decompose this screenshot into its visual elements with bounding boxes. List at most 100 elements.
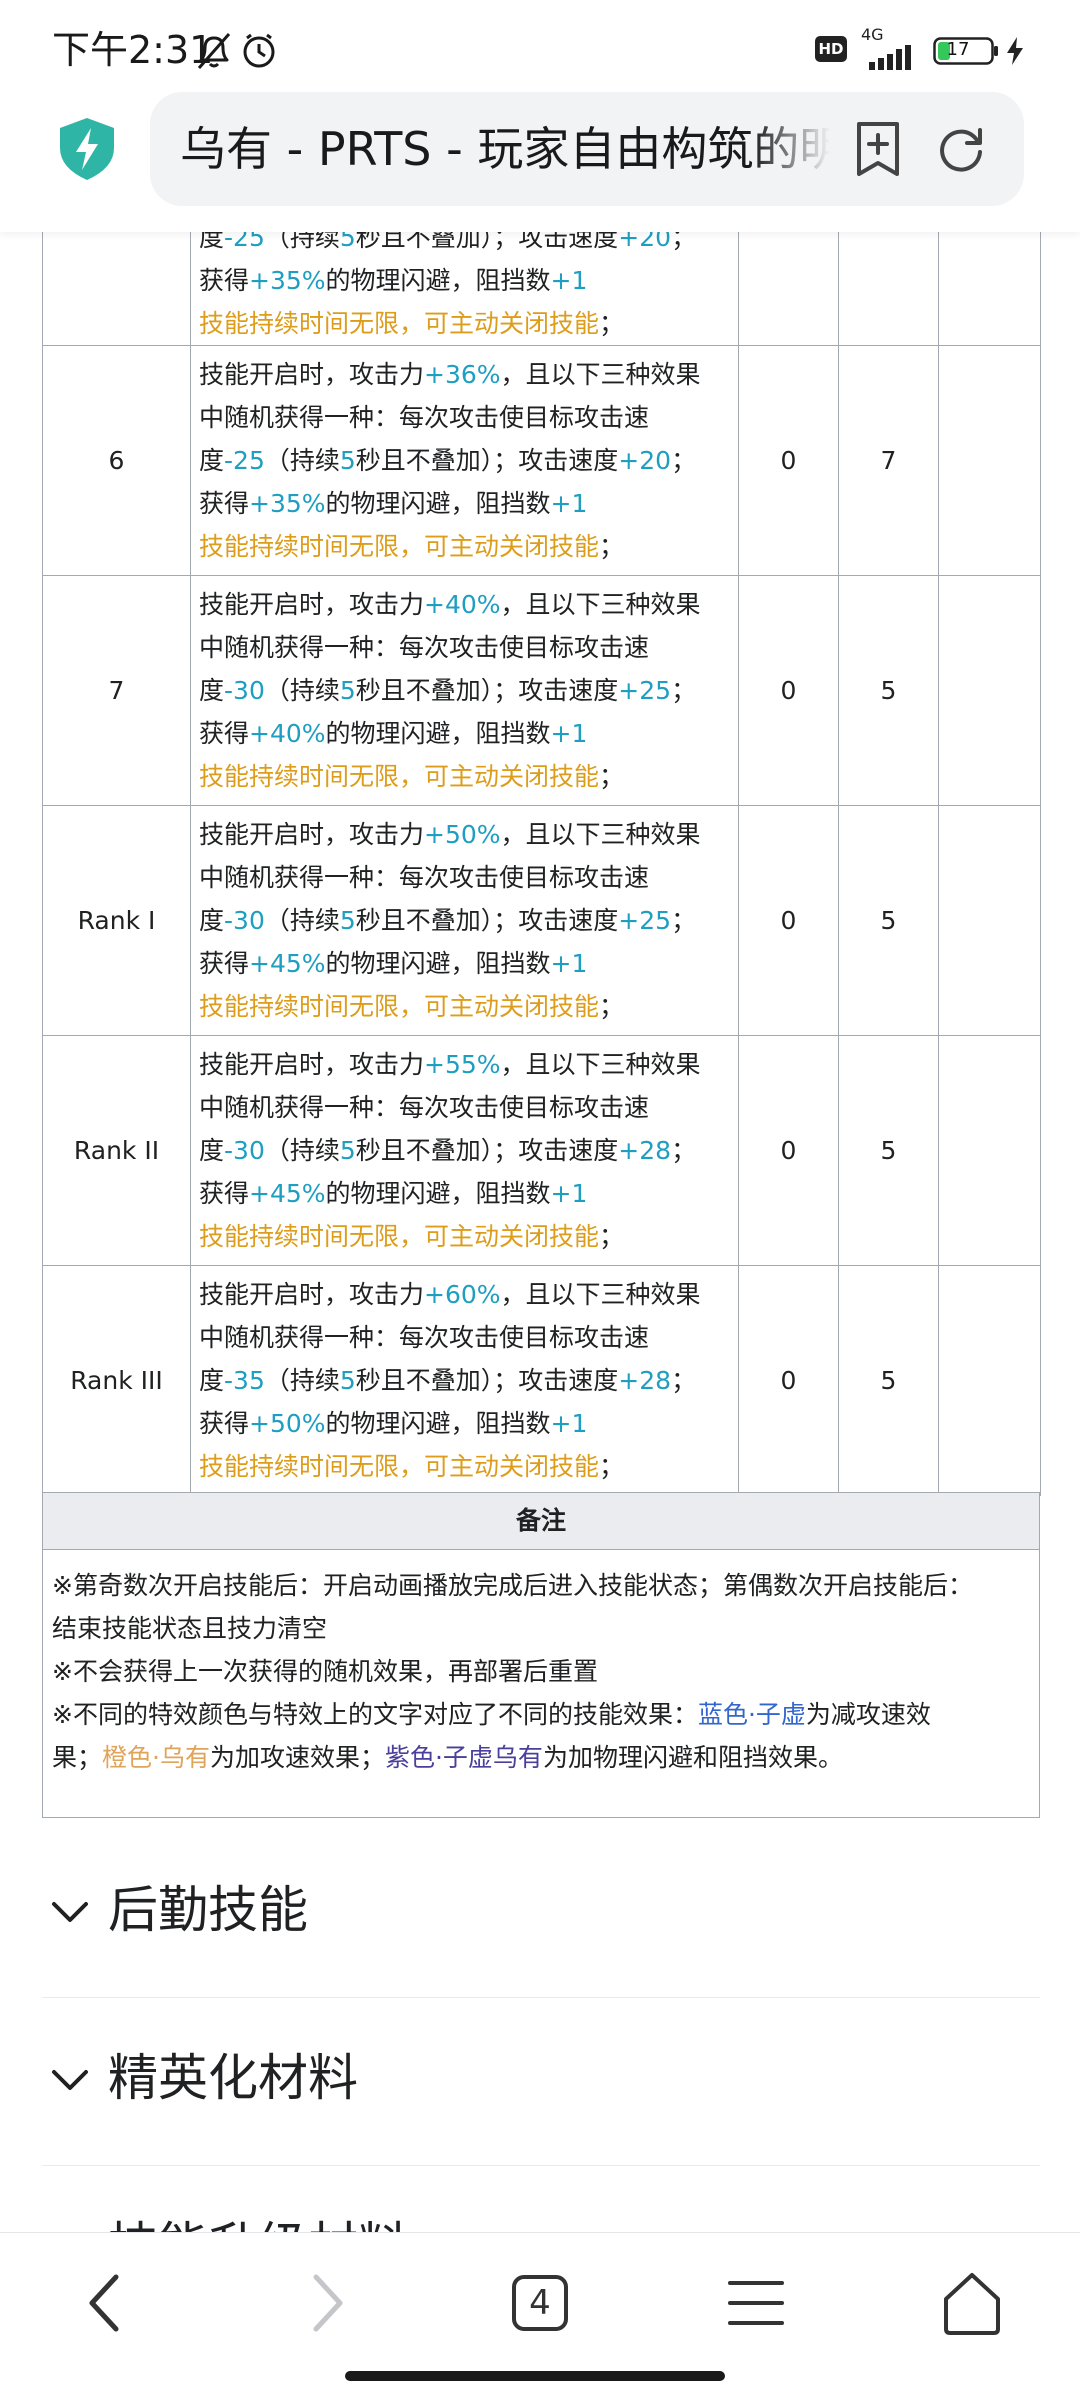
reload-icon[interactable] [930,118,992,180]
highlighted-value: 5 [339,1136,356,1165]
description-text: ，且以下三种效果 [500,360,701,389]
sp-initial-cell: 0 [738,345,839,576]
sp-initial-cell: 0 [738,1035,839,1266]
description-text: 获得 [199,1179,250,1208]
notes-body: ※第奇数次开启技能后：开启动画播放完成后进入技能状态；第偶数次开启技能后： 结束技… [42,1548,1040,1818]
highlighted-value: 技能持续时间无限，可主动关闭技能 [199,1452,600,1481]
description-line: 技能开启时，攻击力+36%，且以下三种效果 [199,353,730,396]
notes-header: 备注 [42,1492,1040,1550]
description-text: 中随机获得一种：每次攻击使目标攻击速 [199,403,650,432]
highlighted-value: +45% [249,1179,326,1208]
security-shield-icon[interactable] [56,116,118,182]
forward-icon[interactable] [286,2263,366,2343]
description-text: 的物理闪避，阻挡数 [325,1179,551,1208]
highlighted-value: 技能持续时间无限，可主动关闭技能 [199,1222,600,1251]
sp-cost-cell: 7 [838,345,939,576]
description-line: 中随机获得一种：每次攻击使目标攻击速 [199,1316,730,1359]
skill-description: 技能开启时，攻击力+55%，且以下三种效果 中随机获得一种：每次攻击使目标攻击速度… [190,1035,739,1266]
description-text: （持续 [264,906,340,935]
description-text: 中随机获得一种：每次攻击使目标攻击速 [199,1323,650,1352]
page-title-url[interactable]: 乌有 - PRTS - 玩家自由构筑的明日方舟中文Wiki [180,112,830,186]
description-text: 获得 [199,266,250,295]
description-text: 获得 [199,489,250,518]
description-text: ，且以下三种效果 [500,590,701,619]
skill-level-label: 6 [42,345,191,576]
description-text: 的物理闪避，阻挡数 [325,266,551,295]
sp-initial-cell-value: 0 [780,676,797,705]
description-line: 技能持续时间无限，可主动关闭技能； [199,985,730,1028]
sp-cost-cell: 5 [838,1265,939,1496]
description-text: ，且以下三种效果 [500,820,701,849]
section-elite-materials[interactable]: 精英化材料 [42,1998,1040,2166]
note-text: 为加物理闪避和阻挡效果。 [542,1743,843,1772]
note-line: ※不会获得上一次获得的随机效果，再部署后重置 [52,1650,1030,1693]
highlighted-value: 技能持续时间无限，可主动关闭技能 [199,992,600,1021]
effect-color-link[interactable]: 橙色·乌有 [102,1743,210,1772]
effect-color-link[interactable]: 紫色·子虚乌有 [385,1743,543,1772]
skill-level-table: 5度-25（持续5秒且不叠加）；攻击速度+20；获得+35%的物理闪避，阻挡数+… [42,146,1041,1496]
duration-cell [938,1265,1041,1496]
highlighted-value: +1 [550,266,588,295]
menu-icon[interactable] [716,2263,796,2343]
description-line: 技能持续时间无限，可主动关闭技能； [199,755,730,798]
description-text: 度 [199,906,225,935]
duration-cell [938,805,1041,1036]
page-content: 5度-25（持续5秒且不叠加）；攻击速度+20；获得+35%的物理闪避，阻挡数+… [0,0,1080,2400]
skill-level-label: Rank II [42,1035,191,1266]
bell-off-icon [197,33,231,69]
description-text: ； [599,992,625,1021]
description-text: 技能开启时，攻击力 [199,820,425,849]
address-bar[interactable]: 乌有 - PRTS - 玩家自由构筑的明日方舟中文Wiki [150,92,1024,206]
description-line: 中随机获得一种：每次攻击使目标攻击速 [199,1086,730,1129]
description-text: 技能开启时，攻击力 [199,590,425,619]
description-line: 获得+45%的物理闪避，阻挡数+1 [199,942,730,985]
description-text: 的物理闪避，阻挡数 [325,719,551,748]
description-line: 中随机获得一种：每次攻击使目标攻击速 [199,396,730,439]
description-text: ； [599,309,625,338]
description-line: 获得+35%的物理闪避，阻挡数+1 [199,259,730,302]
description-text: 秒且不叠加）；攻击速度 [355,1366,619,1395]
highlighted-value: +25 [618,676,672,705]
description-line: 技能持续时间无限，可主动关闭技能； [199,1215,730,1258]
description-line: 技能持续时间无限，可主动关闭技能； [199,525,730,568]
highlighted-value: -30 [224,676,265,705]
description-text: 秒且不叠加）；攻击速度 [355,446,619,475]
description-text: ； [671,906,697,935]
description-text: 技能开启时，攻击力 [199,1280,425,1309]
note-line: ※不同的特效颜色与特效上的文字对应了不同的技能效果：蓝色·子虚为减攻速效 [52,1693,1030,1736]
skill-description: 技能开启时，攻击力+50%，且以下三种效果 中随机获得一种：每次攻击使目标攻击速度… [190,805,739,1036]
duration-cell [938,575,1041,806]
home-indicator[interactable] [345,2371,725,2381]
duration-cell [938,345,1041,576]
description-text: 秒且不叠加）；攻击速度 [355,1136,619,1165]
home-icon[interactable] [932,2263,1012,2343]
sp-initial-cell-value: 0 [780,1136,797,1165]
highlighted-value: +28 [618,1136,672,1165]
tabs-button[interactable]: 4 [500,2263,580,2343]
description-text: 度 [199,676,225,705]
description-text: （持续 [264,1366,340,1395]
skill-level-row: 7 技能开启时，攻击力+40%，且以下三种效果 中随机获得一种：每次攻击使目标攻击速… [42,575,1041,806]
description-text: 度 [199,1136,225,1165]
skill-level-row: Rank III 技能开启时，攻击力+60%，且以下三种效果 中随机获得一种：每次攻… [42,1265,1041,1496]
skill-level-label: 7 [42,575,191,806]
highlighted-value: +60% [424,1280,501,1309]
highlighted-value: +55% [424,1050,501,1079]
back-icon[interactable] [66,2263,146,2343]
section-logistics-skills[interactable]: 后勤技能 [42,1830,1040,1998]
add-bookmark-icon[interactable] [847,118,909,180]
alarm-clock-icon [243,33,275,68]
description-text: 中随机获得一种：每次攻击使目标攻击速 [199,863,650,892]
effect-color-link[interactable]: 蓝色·子虚 [698,1700,806,1729]
section-title: 后勤技能 [108,1881,308,1939]
highlighted-value: +25 [618,906,672,935]
description-line: 中随机获得一种：每次攻击使目标攻击速 [199,856,730,899]
status-icons [197,33,275,69]
sp-cost-cell-value: 5 [880,906,897,935]
description-text: 秒且不叠加）；攻击速度 [355,676,619,705]
highlighted-value: +20 [618,446,672,475]
skill-level-row: 6 技能开启时，攻击力+36%，且以下三种效果中随机获得一种：每次攻击使目标攻击速… [42,345,1041,576]
skill-level-row: Rank II 技能开启时，攻击力+55%，且以下三种效果 中随机获得一种：每次攻击… [42,1035,1041,1266]
description-line: 度-35（持续5秒且不叠加）；攻击速度+28； [199,1359,730,1402]
hd-badge: HD [815,36,847,62]
